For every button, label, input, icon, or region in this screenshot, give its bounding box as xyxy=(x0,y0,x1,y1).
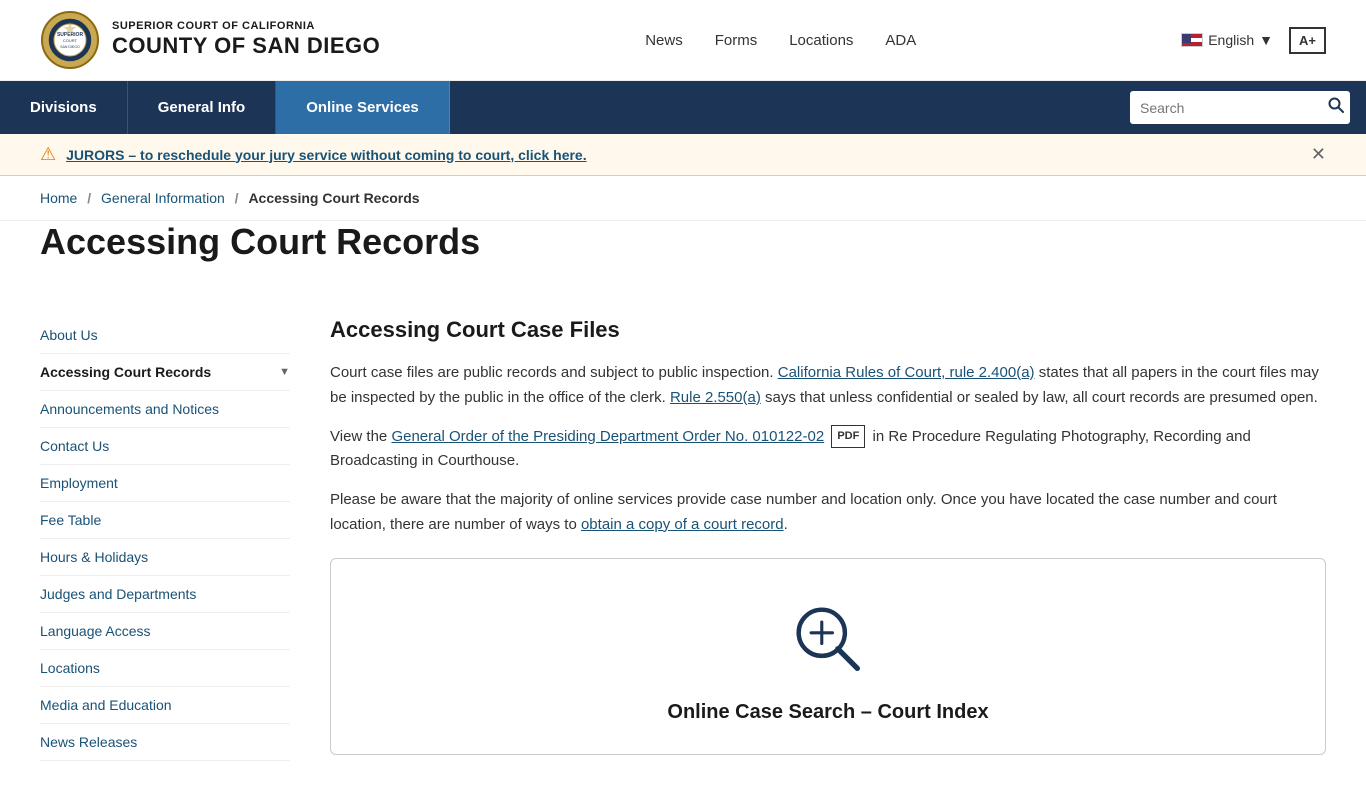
content-para-1: Court case files are public records and … xyxy=(330,361,1326,411)
sidebar-item-announcements[interactable]: Announcements and Notices xyxy=(40,391,290,428)
sidebar-label-hours-holidays: Hours & Holidays xyxy=(40,549,148,565)
logo-text: SUPERIOR COURT OF CALIFORNIA COUNTY OF S… xyxy=(112,20,380,60)
obtain-copy-link[interactable]: obtain a copy of a court record xyxy=(581,516,784,533)
nav-bar-left: Divisions General Info Online Services xyxy=(0,81,450,134)
search-box xyxy=(1130,91,1350,124)
alert-text: JURORS – to reschedule your jury service… xyxy=(66,147,586,163)
para3-before-link: Please be aware that the majority of onl… xyxy=(330,491,1277,533)
sidebar-label-media-education: Media and Education xyxy=(40,697,172,713)
svg-text:SAN DIEGO: SAN DIEGO xyxy=(60,45,80,49)
sidebar-label-locations: Locations xyxy=(40,660,100,676)
sidebar-item-accessing-court-records[interactable]: Accessing Court Records ▼ xyxy=(40,354,290,391)
page-title: Accessing Court Records xyxy=(40,221,1326,263)
logo-area: SUPERIOR COURT SAN DIEGO SUPERIOR COURT … xyxy=(40,10,380,70)
sidebar-label-employment: Employment xyxy=(40,475,118,491)
alert-link[interactable]: JURORS – to reschedule your jury service… xyxy=(66,147,586,163)
sidebar-label-contact-us: Contact Us xyxy=(40,438,109,454)
flag-icon xyxy=(1181,33,1203,47)
search-card-title: Online Case Search – Court Index xyxy=(351,701,1305,724)
online-case-search-card: Online Case Search – Court Index xyxy=(330,558,1326,755)
search-submit-button[interactable] xyxy=(1328,97,1344,118)
para1-after-link2: says that unless confidential or sealed … xyxy=(765,389,1318,406)
warning-icon: ⚠ xyxy=(40,144,56,165)
sidebar-item-hours-holidays[interactable]: Hours & Holidays xyxy=(40,539,290,576)
sidebar: About Us Accessing Court Records ▼ Annou… xyxy=(40,317,290,761)
rule-2550-link[interactable]: Rule 2.550(a) xyxy=(670,389,761,406)
content-area: Accessing Court Case Files Court case fi… xyxy=(330,317,1326,761)
chevron-down-icon: ▼ xyxy=(1259,32,1273,48)
alert-banner: ⚠ JURORS – to reschedule your jury servi… xyxy=(0,134,1366,176)
sidebar-item-media-education[interactable]: Media and Education xyxy=(40,687,290,724)
chevron-icon: ▼ xyxy=(279,366,290,378)
sidebar-item-news-releases[interactable]: News Releases xyxy=(40,724,290,761)
court-name-top: SUPERIOR COURT OF CALIFORNIA xyxy=(112,20,380,33)
california-rules-link[interactable]: California Rules of Court, rule 2.400(a) xyxy=(778,364,1035,381)
nav-online-services[interactable]: Online Services xyxy=(276,81,450,134)
lang-area: English ▼ A+ xyxy=(1181,27,1326,54)
nav-locations[interactable]: Locations xyxy=(789,32,853,49)
alert-content: ⚠ JURORS – to reschedule your jury servi… xyxy=(40,144,587,165)
sidebar-label-fee-table: Fee Table xyxy=(40,512,101,528)
para1-text-before: Court case files are public records and … xyxy=(330,364,774,381)
general-order-link[interactable]: General Order of the Presiding Departmen… xyxy=(391,428,824,445)
sidebar-item-locations[interactable]: Locations xyxy=(40,650,290,687)
court-seal-icon: SUPERIOR COURT SAN DIEGO xyxy=(40,10,100,70)
font-size-button[interactable]: A+ xyxy=(1289,27,1326,54)
sidebar-label-announcements: Announcements and Notices xyxy=(40,401,219,417)
pdf-badge[interactable]: PDF xyxy=(831,425,865,447)
breadcrumb-general-info[interactable]: General Information xyxy=(101,190,225,206)
sidebar-item-employment[interactable]: Employment xyxy=(40,465,290,502)
nav-general-info[interactable]: General Info xyxy=(128,81,277,134)
breadcrumb-home[interactable]: Home xyxy=(40,190,77,206)
sidebar-label-language-access: Language Access xyxy=(40,623,151,639)
nav-bar: Divisions General Info Online Services xyxy=(0,81,1366,134)
magnifier-icon xyxy=(788,599,868,679)
content-section-title: Accessing Court Case Files xyxy=(330,317,1326,343)
search-card-icon xyxy=(351,599,1305,683)
flag-blue xyxy=(1182,34,1191,43)
sidebar-label-news-releases: News Releases xyxy=(40,734,137,750)
breadcrumb-current: Accessing Court Records xyxy=(248,190,419,206)
search-area xyxy=(1114,81,1366,134)
sidebar-label-accessing-court-records: Accessing Court Records xyxy=(40,364,211,380)
sidebar-item-about-us[interactable]: About Us xyxy=(40,317,290,354)
header-nav: News Forms Locations ADA xyxy=(645,32,916,49)
sidebar-item-language-access[interactable]: Language Access xyxy=(40,613,290,650)
content-para-2: View the General Order of the Presiding … xyxy=(330,425,1326,475)
language-label: English xyxy=(1208,32,1254,48)
sidebar-item-fee-table[interactable]: Fee Table xyxy=(40,502,290,539)
alert-close-button[interactable]: ✕ xyxy=(1311,144,1326,165)
nav-divisions[interactable]: Divisions xyxy=(0,81,128,134)
svg-text:COURT: COURT xyxy=(63,38,78,43)
main-container: About Us Accessing Court Records ▼ Annou… xyxy=(0,287,1366,791)
sidebar-label-about-us: About Us xyxy=(40,327,98,343)
search-input[interactable] xyxy=(1140,100,1320,116)
nav-news[interactable]: News xyxy=(645,32,683,49)
language-selector[interactable]: English ▼ xyxy=(1181,32,1273,48)
header-top: SUPERIOR COURT SAN DIEGO SUPERIOR COURT … xyxy=(0,0,1366,81)
breadcrumb-sep-1: / xyxy=(87,190,91,206)
sidebar-item-contact-us[interactable]: Contact Us xyxy=(40,428,290,465)
breadcrumb-sep-2: / xyxy=(235,190,239,206)
nav-ada[interactable]: ADA xyxy=(885,32,916,49)
para3-after-link: . xyxy=(784,516,788,533)
sidebar-label-judges-departments: Judges and Departments xyxy=(40,586,196,602)
content-para-3: Please be aware that the majority of onl… xyxy=(330,488,1326,538)
sidebar-item-judges-departments[interactable]: Judges and Departments xyxy=(40,576,290,613)
breadcrumb: Home / General Information / Accessing C… xyxy=(0,176,1366,221)
page-title-area: Accessing Court Records xyxy=(0,221,1366,287)
nav-forms[interactable]: Forms xyxy=(715,32,758,49)
search-icon xyxy=(1328,97,1344,113)
court-name-bottom: COUNTY OF SAN DIEGO xyxy=(112,33,380,59)
para2-before-link: View the xyxy=(330,428,387,445)
